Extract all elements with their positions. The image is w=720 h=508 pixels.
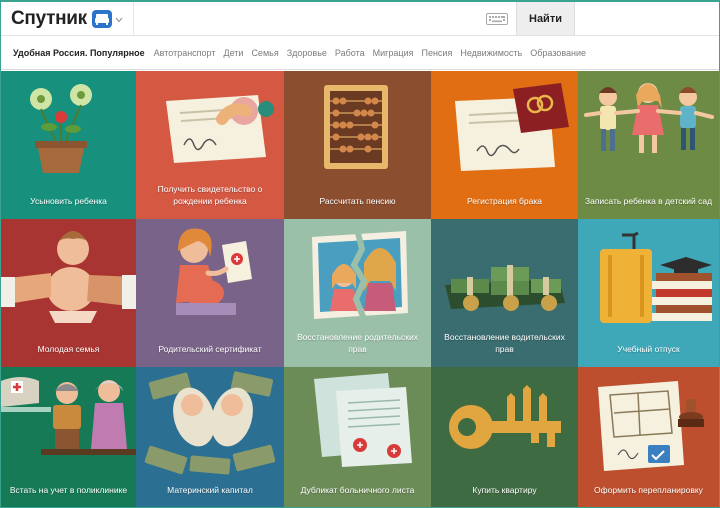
- tile-label: Оформить перепланировку: [594, 485, 703, 495]
- tile-kindergarten[interactable]: Записать ребенка в детский сад: [578, 71, 719, 219]
- tile-label: Записать ребенка в детский сад: [584, 196, 713, 206]
- tile-label: Молодая семья: [37, 344, 100, 354]
- keyboard-icon[interactable]: [486, 13, 508, 25]
- tile-calc-pension[interactable]: Рассчитать пенсию: [284, 71, 431, 219]
- tile-label: Усыновить ребенка: [30, 196, 107, 206]
- nav-link-auto[interactable]: Автотранспорт: [154, 48, 216, 58]
- nav-link-children[interactable]: Дети: [223, 48, 243, 58]
- category-nav: Удобная Россия. Популярное Автотранспорт…: [1, 36, 719, 70]
- tile-adopt-child[interactable]: Усыновить ребенка: [1, 71, 136, 219]
- logo[interactable]: Спутник: [11, 8, 123, 30]
- nav-link-work[interactable]: Работа: [335, 48, 365, 58]
- tile-sick-leave-duplicate[interactable]: Дубликат больничного листа: [284, 367, 431, 507]
- tile-replanning[interactable]: Оформить перепланировку: [578, 367, 719, 507]
- tile-marriage-registration[interactable]: Регистрация брака: [431, 71, 578, 219]
- nav-title: Удобная Россия. Популярное: [13, 47, 145, 58]
- tile-buy-apartment[interactable]: Купить квартиру: [431, 367, 578, 507]
- search-button[interactable]: Найти: [516, 2, 575, 35]
- nav-link-health[interactable]: Здоровье: [287, 48, 327, 58]
- search-box: [133, 2, 516, 35]
- tile-label: Родительский сертификат: [158, 344, 262, 354]
- logo-text: Спутник: [11, 8, 87, 29]
- tile-clinic-registration[interactable]: Встать на учет в поликлинике: [1, 367, 136, 507]
- nav-link-realty[interactable]: Недвижимость: [460, 48, 522, 58]
- tile-label: Регистрация брака: [466, 196, 542, 206]
- tile-restore-driving-license[interactable]: Восстановление водительских прав: [431, 219, 578, 367]
- tile-label: Материнский капитал: [167, 485, 253, 495]
- tile-young-family[interactable]: Молодая семья: [1, 219, 136, 367]
- tile-label: Учебный отпуск: [617, 344, 680, 354]
- tile-label: Встать на учет в поликлинике: [9, 485, 128, 495]
- sofa-icon: [91, 10, 112, 28]
- tile-study-leave[interactable]: Учебный отпуск: [578, 219, 719, 367]
- chevron-down-icon[interactable]: [115, 16, 123, 24]
- tile-label: Купить квартиру: [472, 485, 537, 495]
- tile-label: Получить свидетельство о рождении ребенк…: [157, 184, 263, 206]
- tile-restore-parental-rights[interactable]: Восстановление родительских прав: [284, 219, 431, 367]
- nav-link-migration[interactable]: Миграция: [373, 48, 414, 58]
- tile-parent-certificate[interactable]: Родительский сертификат: [136, 219, 284, 367]
- tile-label: Рассчитать пенсию: [319, 196, 396, 206]
- nav-link-pension[interactable]: Пенсия: [421, 48, 452, 58]
- nav-link-family[interactable]: Семья: [251, 48, 278, 58]
- top-bar: Спутник Найти: [1, 2, 719, 36]
- page: Спутник Найти Удобная Россия. Популярное…: [0, 0, 720, 508]
- service-tiles-grid: Усыновить ребенка Получить свидетельство…: [1, 71, 719, 507]
- tile-label: Восстановление водительских прав: [444, 332, 565, 354]
- nav-link-education[interactable]: Образование: [530, 48, 586, 58]
- search-input[interactable]: [134, 2, 516, 35]
- tile-maternity-capital[interactable]: Материнский капитал: [136, 367, 284, 507]
- tile-birth-certificate[interactable]: Получить свидетельство о рождении ребенк…: [136, 71, 284, 219]
- tile-label: Восстановление родительских прав: [297, 332, 418, 354]
- tile-label: Дубликат больничного листа: [300, 485, 415, 495]
